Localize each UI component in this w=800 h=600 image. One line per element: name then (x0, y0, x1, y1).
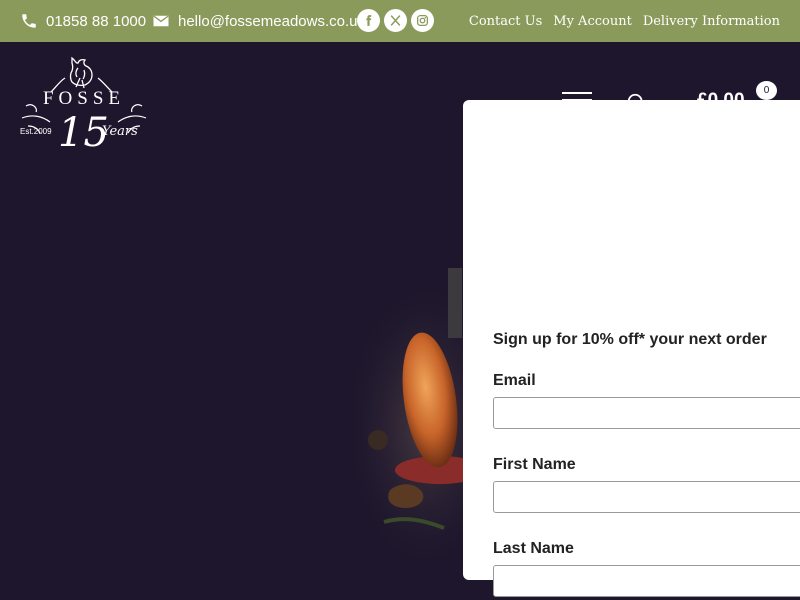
email-label: Email (493, 372, 536, 389)
hero-image (300, 250, 485, 570)
signup-modal: Sign up for 10% off* your next order Ema… (463, 100, 800, 597)
logo-brand: FOSSE (43, 88, 125, 109)
site-logo[interactable]: FOSSE 15 Years Est.2009 (18, 56, 150, 156)
email-link[interactable]: hello@fossemeadows.co.uk (152, 0, 365, 42)
instagram-icon[interactable] (411, 9, 434, 32)
logo-years: Years (102, 124, 138, 139)
phone-number: 01858 88 1000 (46, 12, 147, 30)
facebook-icon[interactable] (357, 9, 380, 32)
top-links: Contact Us My Account Delivery Informati… (469, 0, 780, 42)
first-name-label: First Name (493, 456, 576, 473)
x-icon[interactable] (384, 9, 407, 32)
my-account-link[interactable]: My Account (553, 14, 632, 29)
email-field[interactable] (493, 397, 800, 429)
logo-est: Est.2009 (20, 127, 52, 136)
contact-us-link[interactable]: Contact Us (469, 14, 542, 29)
email-address: hello@fossemeadows.co.uk (178, 12, 365, 30)
first-name-field[interactable] (493, 481, 800, 513)
top-bar: 01858 88 1000 hello@fossemeadows.co.uk C… (0, 0, 800, 42)
last-name-label: Last Name (493, 540, 574, 557)
envelope-icon (152, 12, 170, 30)
rooster-icon (50, 56, 113, 93)
last-name-field[interactable] (493, 565, 800, 597)
phone-icon (20, 12, 38, 30)
signup-heading: Sign up for 10% off* your next order (493, 331, 767, 348)
cart-count-badge: 0 (756, 81, 777, 100)
delivery-information-link[interactable]: Delivery Information (643, 14, 780, 29)
phone-link[interactable]: 01858 88 1000 (20, 0, 146, 42)
